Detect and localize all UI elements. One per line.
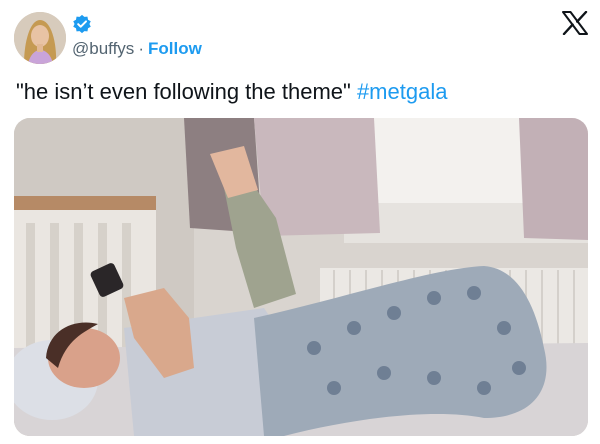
follow-button[interactable]: Follow xyxy=(148,39,202,58)
author-handle[interactable]: @buffys xyxy=(72,39,134,58)
separator-dot: · xyxy=(138,39,144,58)
x-logo-icon[interactable] xyxy=(562,10,588,36)
tweet-media-image[interactable] xyxy=(14,118,588,436)
tweet-quote: "he isn’t even following the theme" xyxy=(16,79,357,104)
hashtag-link[interactable]: #metgala xyxy=(357,79,448,104)
author-row: @buffys · Follow xyxy=(72,39,202,59)
avatar[interactable] xyxy=(14,12,66,64)
verified-badge-icon xyxy=(72,14,92,34)
tweet-card: @buffys · Follow "he isn’t even following … xyxy=(0,0,600,444)
tweet-text: "he isn’t even following the theme" #met… xyxy=(16,78,447,106)
